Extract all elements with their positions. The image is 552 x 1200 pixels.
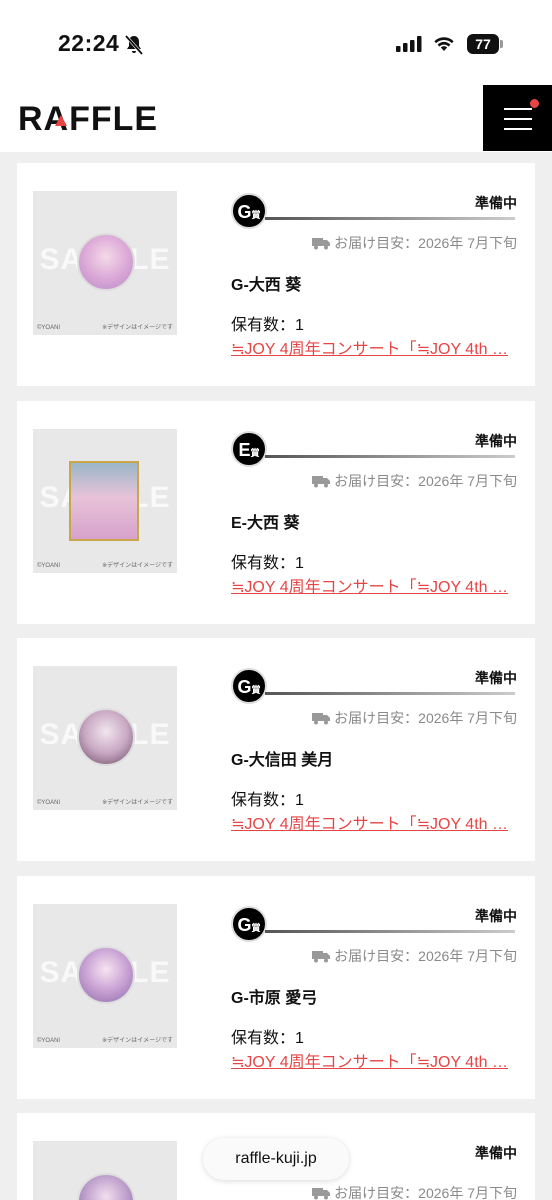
event-link[interactable]: ≒JOY 4周年コンサート「≒JOY 4th …	[231, 573, 521, 597]
clock-time: 22:24	[58, 30, 120, 56]
delivery-text: お届け目安：2026年 7月下旬	[334, 235, 517, 251]
delivery-estimate: お届け目安：2026年 7月下旬	[312, 946, 517, 966]
delivery-estimate: お届け目安：2026年 7月下旬	[312, 1183, 517, 1200]
prize-letter: G	[237, 677, 252, 697]
prize-kanji: 賞	[250, 448, 260, 458]
bell-muted-icon	[124, 34, 144, 61]
svg-text:RAFFLE: RAFFLE	[18, 100, 158, 132]
prize-card[interactable]: SAMPLE ©YOANI ※デザインはイメージです G賞 準備中 お届け目安：…	[17, 638, 535, 861]
prize-rank-badge: G賞	[231, 193, 267, 229]
battery-indicator: 77	[467, 34, 503, 54]
design-note: ※デザインはイメージです	[102, 800, 173, 806]
prize-kanji: 賞	[251, 210, 261, 220]
hamburger-menu-button[interactable]	[483, 85, 552, 151]
notification-dot	[530, 99, 539, 108]
prize-thumbnail[interactable]	[33, 1141, 177, 1200]
delivery-text: お届け目安：2026年 7月下旬	[334, 710, 517, 726]
url-bar[interactable]: raffle-kuji.jp	[203, 1138, 349, 1180]
can-badge-image	[77, 1173, 135, 1200]
truck-icon	[312, 238, 331, 250]
truck-icon	[312, 951, 331, 963]
status-label: 準備中	[475, 670, 517, 686]
truck-icon	[312, 713, 331, 725]
prize-thumbnail[interactable]: SAMPLE ©YOANI ※デザインはイメージです	[33, 191, 177, 335]
cellular-signal-icon	[396, 36, 422, 57]
prize-letter: E	[238, 440, 251, 460]
status-label: 準備中	[475, 195, 517, 211]
prize-thumbnail[interactable]: SAMPLE ©YOANI ※デザインはイメージです	[33, 904, 177, 1048]
battery-cap	[500, 40, 503, 48]
design-note: ※デザインはイメージです	[102, 325, 173, 331]
owned-count: 保有数：1	[231, 792, 304, 809]
prize-rank-badge: E賞	[231, 431, 267, 467]
can-badge-image	[77, 946, 135, 1004]
truck-icon	[312, 476, 331, 488]
prize-card[interactable]: SAMPLE ©YOANI ※デザインはイメージです G賞 準備中 お届け目安：…	[17, 163, 535, 386]
event-link[interactable]: ≒JOY 4周年コンサート「≒JOY 4th …	[231, 1048, 521, 1072]
square-card-image	[69, 461, 139, 541]
prize-rank-badge: G賞	[231, 906, 267, 942]
prize-card[interactable]: SAMPLE ©YOANI ※デザインはイメージです G賞 準備中 お届け目安：…	[17, 876, 535, 1099]
prize-divider	[265, 217, 515, 220]
item-name: G-大西 葵	[231, 277, 302, 294]
delivery-estimate: お届け目安：2026年 7月下旬	[312, 233, 517, 253]
copyright-text: ©YOANI	[37, 800, 61, 806]
prize-thumbnail[interactable]: SAMPLE ©YOANI ※デザインはイメージです	[33, 666, 177, 810]
delivery-text: お届け目安：2026年 7月下旬	[334, 1185, 517, 1200]
status-label: 準備中	[475, 433, 517, 449]
prize-card[interactable]: SAMPLE ©YOANI ※デザインはイメージです E賞 準備中 お届け目安：…	[17, 401, 535, 624]
design-note: ※デザインはイメージです	[102, 563, 173, 569]
prize-thumbnail[interactable]: SAMPLE ©YOANI ※デザインはイメージです	[33, 429, 177, 573]
delivery-text: お届け目安：2026年 7月下旬	[334, 473, 517, 489]
raffle-logo[interactable]: RAFFLE	[18, 100, 178, 138]
battery-level: 77	[467, 34, 499, 54]
app-header: RAFFLE	[0, 82, 552, 152]
prize-divider	[265, 455, 515, 458]
item-name: G-大信田 美月	[231, 752, 334, 769]
item-name: G-市原 愛弓	[231, 990, 318, 1007]
design-note: ※デザインはイメージです	[102, 1038, 173, 1044]
prize-divider	[265, 930, 515, 933]
truck-icon	[312, 1188, 331, 1200]
copyright-text: ©YOANI	[37, 563, 61, 569]
status-bar: 22:24 77	[0, 0, 552, 82]
copyright-text: ©YOANI	[37, 325, 61, 331]
prize-rank-badge: G賞	[231, 668, 267, 704]
owned-count: 保有数：1	[231, 555, 304, 572]
event-link[interactable]: ≒JOY 4周年コンサート「≒JOY 4th …	[231, 810, 521, 834]
delivery-text: お届け目安：2026年 7月下旬	[334, 948, 517, 964]
event-link[interactable]: ≒JOY 4周年コンサート「≒JOY 4th …	[231, 335, 521, 359]
delivery-estimate: お届け目安：2026年 7月下旬	[312, 708, 517, 728]
prize-kanji: 賞	[251, 923, 261, 933]
prize-divider	[265, 692, 515, 695]
prize-kanji: 賞	[251, 685, 261, 695]
menu-line-icon	[504, 128, 532, 130]
prize-letter: G	[237, 915, 252, 935]
can-badge-image	[77, 708, 135, 766]
can-badge-image	[77, 233, 135, 291]
status-label: 準備中	[475, 908, 517, 924]
menu-line-icon	[504, 108, 532, 110]
menu-line-icon	[504, 118, 532, 120]
copyright-text: ©YOANI	[37, 1038, 61, 1044]
owned-count: 保有数：1	[231, 317, 304, 334]
delivery-estimate: お届け目安：2026年 7月下旬	[312, 471, 517, 491]
item-name: E-大西 葵	[231, 515, 300, 532]
wifi-icon	[432, 34, 456, 57]
prize-letter: G	[237, 202, 252, 222]
status-label: 準備中	[475, 1145, 517, 1161]
owned-count: 保有数：1	[231, 1030, 304, 1047]
